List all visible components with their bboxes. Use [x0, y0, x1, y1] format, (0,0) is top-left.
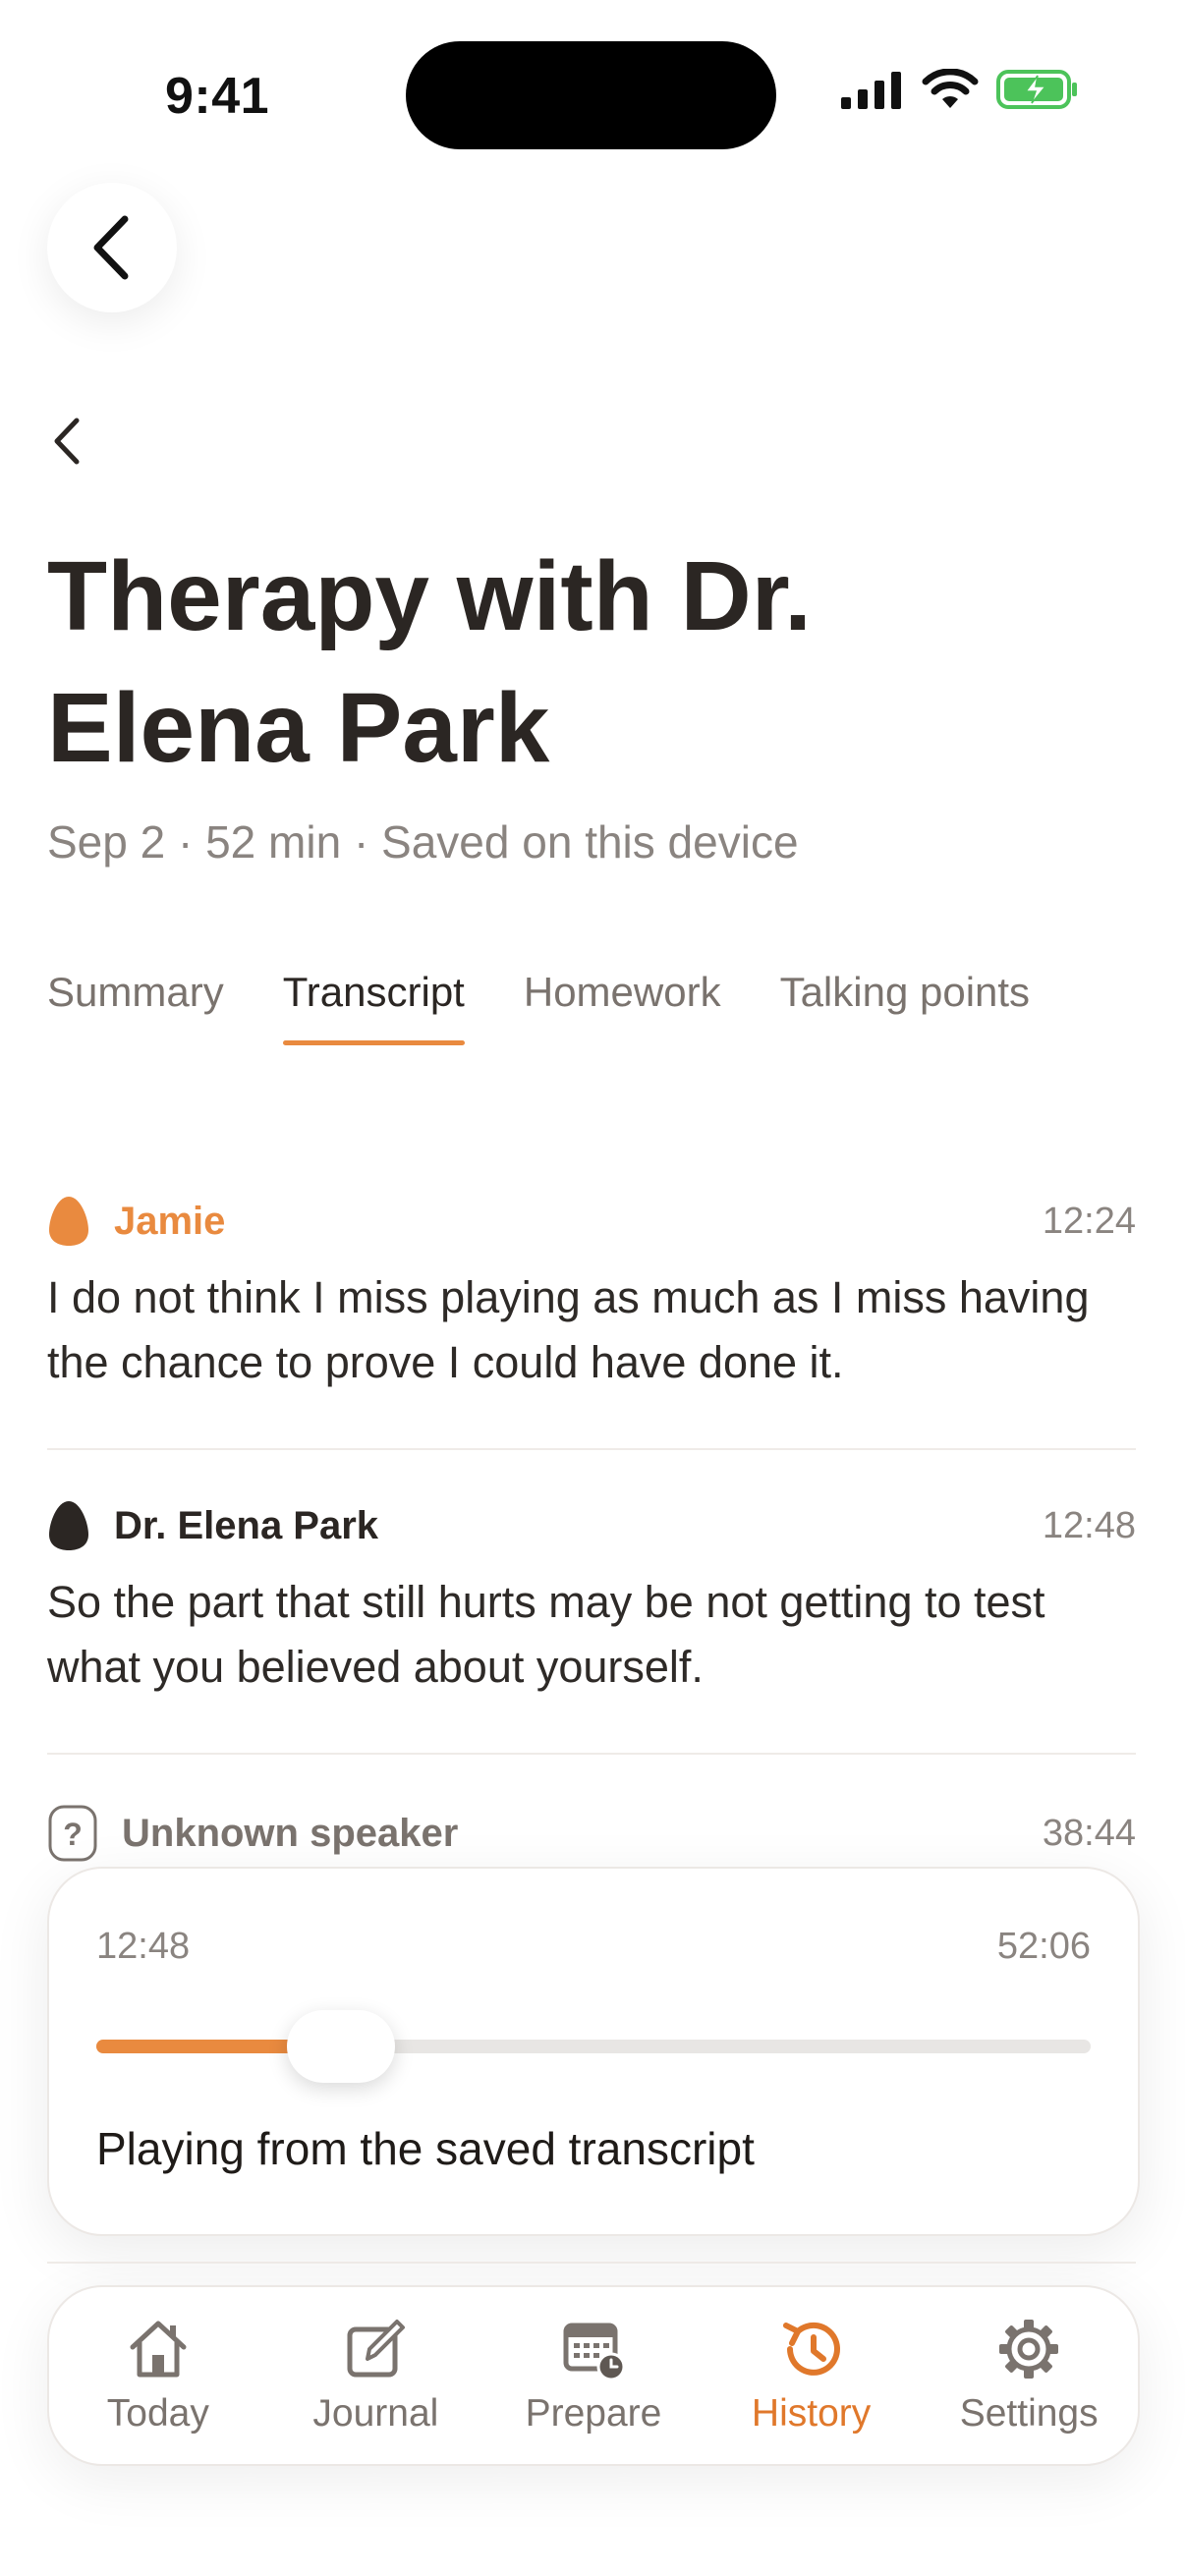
tab-bar-top: Summary Transcript Homework Talking poin… — [47, 969, 1030, 1045]
calendar-clock-icon — [563, 2323, 626, 2381]
wifi-icon — [922, 69, 979, 108]
tab-summary[interactable]: Summary — [47, 969, 224, 1045]
current-time: 12:48 — [96, 1926, 191, 1967]
speaker: ? Unknown speaker — [47, 1804, 458, 1863]
total-time: 52:06 — [996, 1926, 1091, 1967]
nav-history[interactable]: History — [713, 2316, 910, 2436]
timestamp: 12:24 — [1042, 1200, 1136, 1242]
bottom-tab-bar: Today Journal Prepare History Settings — [47, 2285, 1140, 2466]
divider — [47, 1448, 1136, 1450]
page-title-line2: Elena Park — [47, 673, 550, 783]
speaker: Jamie — [47, 1195, 225, 1248]
nav-label: History — [751, 2392, 872, 2435]
chevron-left-icon — [93, 215, 129, 280]
speaker-avatar-icon — [49, 1501, 88, 1550]
divider — [47, 2262, 1136, 2264]
nav-label: Prepare — [525, 2392, 662, 2435]
question-mark-icon: ? — [48, 1805, 97, 1862]
speaker-name: Unknown speaker — [122, 1811, 459, 1855]
tab-transcript[interactable]: Transcript — [282, 969, 466, 1045]
tab-homework[interactable]: Homework — [524, 969, 721, 1045]
transcript-entry[interactable]: ? Unknown speaker 38:44 — [47, 1804, 1136, 1863]
page-title: Therapy with Dr. Elena Park — [47, 531, 1128, 794]
progress-thumb[interactable] — [287, 2010, 395, 2083]
divider — [47, 1753, 1136, 1755]
audio-player: 12:48 52:06 Playing from the saved trans… — [47, 1867, 1140, 2236]
edit-icon — [347, 2320, 406, 2378]
transcript-entry[interactable]: Dr. Elena Park 12:48 So the part that st… — [47, 1499, 1136, 1700]
nav-label: Today — [106, 2392, 209, 2435]
tab-talking-points[interactable]: Talking points — [780, 969, 1030, 1045]
nav-today[interactable]: Today — [60, 2316, 256, 2436]
gear-icon — [999, 2320, 1059, 2379]
timestamp: 12:48 — [1042, 1504, 1136, 1546]
status-time: 9:41 — [165, 68, 270, 125]
speaker: Dr. Elena Park — [47, 1499, 378, 1552]
session-meta: Sep 2 · 52 min · Saved on this device — [47, 816, 799, 868]
back-button[interactable] — [47, 183, 177, 312]
house-icon — [130, 2321, 187, 2378]
status-icons — [841, 69, 1079, 110]
transcript-text: I do not think I miss playing as much as… — [47, 1272, 1090, 1387]
progress-track[interactable] — [96, 2010, 1091, 2083]
battery-icon — [996, 70, 1077, 109]
speaker-avatar-icon — [49, 1197, 88, 1246]
nav-journal[interactable]: Journal — [277, 2316, 474, 2436]
page-title-line1: Therapy with Dr. — [47, 541, 812, 651]
player-caption: Playing from the saved transcript — [96, 2123, 755, 2174]
history-icon — [782, 2322, 840, 2376]
svg-text:?: ? — [63, 1817, 83, 1852]
dynamic-island — [406, 41, 776, 149]
nav-label: Journal — [312, 2392, 439, 2435]
timestamp: 38:44 — [1042, 1812, 1136, 1854]
nav-back-chevron-icon[interactable] — [49, 417, 88, 466]
transcript-entry[interactable]: Jamie 12:24 I do not think I miss playin… — [47, 1195, 1136, 1395]
signal-icon — [841, 72, 901, 109]
nav-label: Settings — [959, 2392, 1099, 2435]
speaker-name: Jamie — [114, 1199, 226, 1243]
nav-prepare[interactable]: Prepare — [495, 2316, 692, 2436]
speaker-name: Dr. Elena Park — [114, 1503, 379, 1547]
transcript-text: So the part that still hurts may be not … — [47, 1577, 1045, 1692]
nav-settings[interactable]: Settings — [931, 2316, 1127, 2436]
